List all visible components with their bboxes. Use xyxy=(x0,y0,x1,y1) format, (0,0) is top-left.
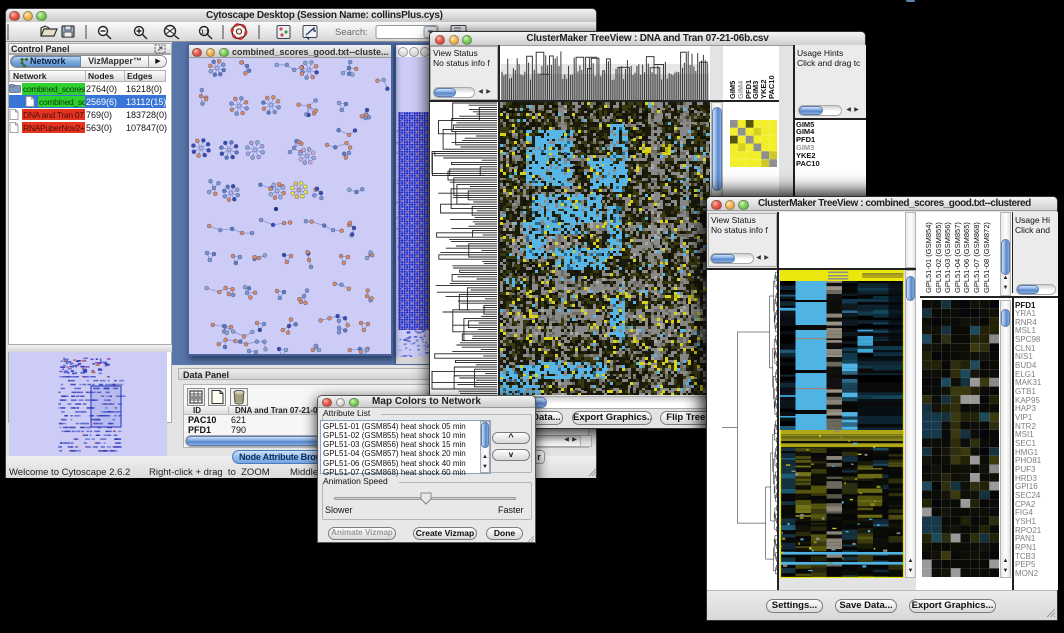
svg-text:Search:: Search: xyxy=(335,27,368,38)
svg-text:1:1: 1:1 xyxy=(201,30,209,36)
